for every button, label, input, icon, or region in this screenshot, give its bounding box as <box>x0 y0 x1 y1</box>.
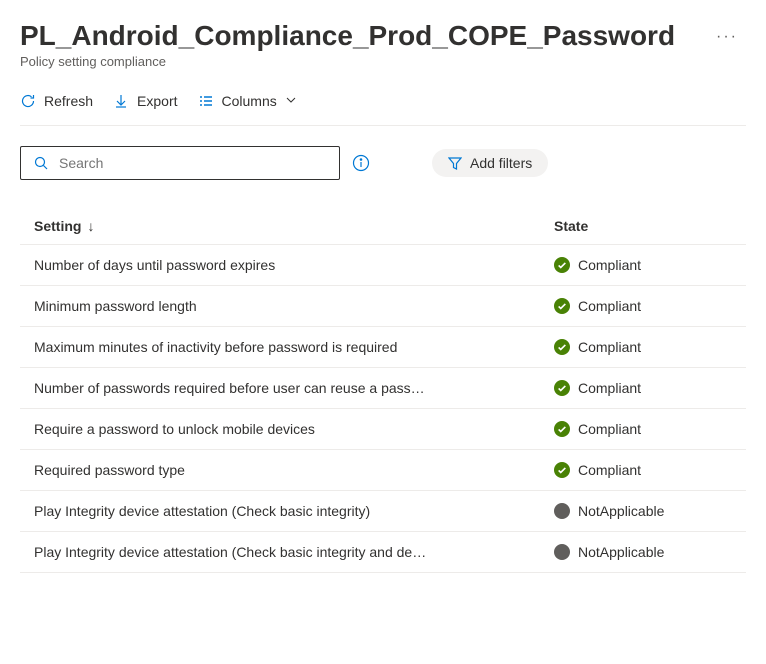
check-circle-icon <box>554 339 570 355</box>
chevron-down-icon <box>285 93 297 109</box>
refresh-label: Refresh <box>44 93 93 109</box>
check-circle-icon <box>554 257 570 273</box>
search-input[interactable] <box>59 155 327 171</box>
columns-button[interactable]: Columns <box>198 93 297 109</box>
more-button[interactable]: ··· <box>708 24 746 50</box>
toolbar: Refresh Export Columns <box>20 93 746 126</box>
table-body: Number of days until password expires Com… <box>20 244 746 573</box>
cell-state: Compliant <box>554 339 732 355</box>
table-row[interactable]: Play Integrity device attestation (Check… <box>20 532 746 573</box>
check-circle-icon <box>554 380 570 396</box>
state-label: Compliant <box>578 339 641 355</box>
table-row[interactable]: Minimum password length Compliant <box>20 286 746 327</box>
state-label: Compliant <box>578 298 641 314</box>
cell-state: Compliant <box>554 421 732 437</box>
state-label: Compliant <box>578 421 641 437</box>
cell-state: Compliant <box>554 462 732 478</box>
table-row[interactable]: Maximum minutes of inactivity before pas… <box>20 327 746 368</box>
columns-icon <box>198 93 214 109</box>
table-row[interactable]: Play Integrity device attestation (Check… <box>20 491 746 532</box>
state-label: Compliant <box>578 380 641 396</box>
info-icon[interactable] <box>352 154 370 172</box>
cell-setting: Require a password to unlock mobile devi… <box>34 421 554 437</box>
check-circle-icon <box>554 421 570 437</box>
dot-icon <box>554 503 570 519</box>
search-box[interactable] <box>20 146 340 180</box>
filter-row: Add filters <box>20 146 746 180</box>
columns-label: Columns <box>222 93 277 109</box>
cell-setting: Number of days until password expires <box>34 257 554 273</box>
cell-setting: Play Integrity device attestation (Check… <box>34 503 554 519</box>
filter-icon <box>448 156 462 170</box>
table-row[interactable]: Require a password to unlock mobile devi… <box>20 409 746 450</box>
table-row[interactable]: Number of passwords required before user… <box>20 368 746 409</box>
export-label: Export <box>137 93 177 109</box>
table-row[interactable]: Required password type Compliant <box>20 450 746 491</box>
column-header-state[interactable]: State <box>554 218 732 234</box>
cell-setting: Minimum password length <box>34 298 554 314</box>
check-circle-icon <box>554 462 570 478</box>
cell-setting: Play Integrity device attestation (Check… <box>34 544 554 560</box>
cell-state: Compliant <box>554 298 732 314</box>
cell-state: Compliant <box>554 257 732 273</box>
column-header-setting-label: Setting <box>34 218 81 234</box>
cell-setting: Number of passwords required before user… <box>34 380 554 396</box>
page-subtitle: Policy setting compliance <box>20 54 746 69</box>
check-circle-icon <box>554 298 570 314</box>
cell-state: NotApplicable <box>554 503 732 519</box>
column-header-state-label: State <box>554 218 588 234</box>
state-label: Compliant <box>578 257 641 273</box>
add-filters-button[interactable]: Add filters <box>432 149 548 177</box>
table-row[interactable]: Number of days until password expires Com… <box>20 245 746 286</box>
add-filters-label: Add filters <box>470 155 532 171</box>
refresh-button[interactable]: Refresh <box>20 93 93 109</box>
sort-arrow-down-icon: ↓ <box>87 218 94 234</box>
refresh-icon <box>20 93 36 109</box>
search-icon <box>33 155 49 171</box>
cell-setting: Required password type <box>34 462 554 478</box>
state-label: NotApplicable <box>578 544 664 560</box>
cell-setting: Maximum minutes of inactivity before pas… <box>34 339 554 355</box>
column-header-setting[interactable]: Setting ↓ <box>34 218 554 234</box>
state-label: NotApplicable <box>578 503 664 519</box>
page-title: PL_Android_Compliance_Prod_COPE_Password <box>20 20 675 52</box>
table-header: Setting ↓ State <box>20 208 746 244</box>
dot-icon <box>554 544 570 560</box>
cell-state: Compliant <box>554 380 732 396</box>
state-label: Compliant <box>578 462 641 478</box>
cell-state: NotApplicable <box>554 544 732 560</box>
download-icon <box>113 93 129 109</box>
export-button[interactable]: Export <box>113 93 177 109</box>
